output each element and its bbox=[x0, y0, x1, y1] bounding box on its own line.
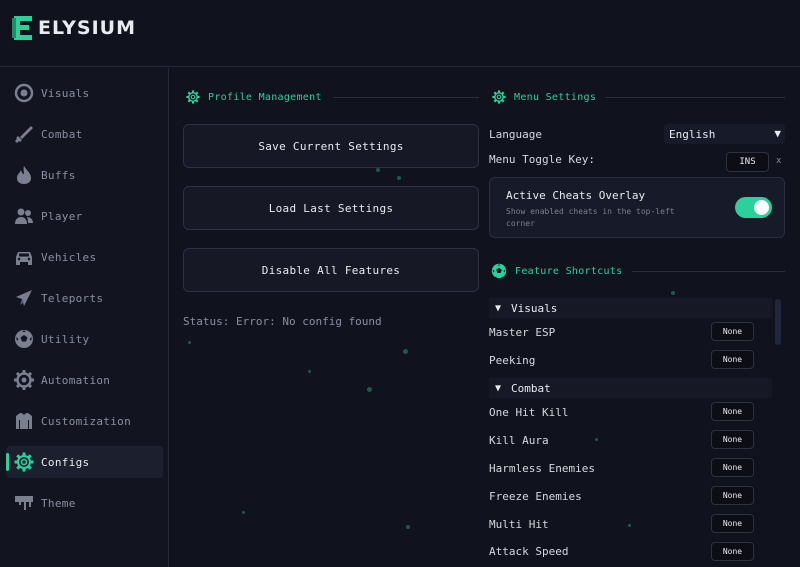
group-header-visuals[interactable]: ▼ Visuals bbox=[489, 298, 772, 318]
disable-all-button[interactable]: Disable All Features bbox=[183, 248, 479, 292]
keybind-button[interactable]: None bbox=[711, 350, 754, 369]
sidebar-item-automation[interactable]: Automation bbox=[6, 364, 163, 396]
car-icon bbox=[16, 252, 32, 265]
sidebar: Visuals Combat Buffs Player Vehicles Tel… bbox=[0, 68, 169, 567]
shortcuts-header: Feature Shortcuts bbox=[491, 263, 622, 279]
group-title: Visuals bbox=[511, 301, 558, 315]
dropdown-arrow-icon: ▼ bbox=[774, 127, 781, 140]
toggle-key-label: Menu Toggle Key: bbox=[489, 153, 595, 166]
status-text: Status: Error: No config found bbox=[183, 315, 382, 328]
divider bbox=[605, 97, 785, 98]
sidebar-item-player[interactable]: Player bbox=[6, 200, 163, 232]
section-title: Menu Settings bbox=[514, 91, 597, 103]
overlay-description: Show enabled cheats in the top-left corn… bbox=[506, 207, 675, 228]
keybind-button[interactable]: None bbox=[711, 430, 754, 449]
keybind-button[interactable]: None bbox=[711, 322, 754, 341]
sidebar-item-utility[interactable]: Utility bbox=[6, 323, 163, 355]
load-settings-button[interactable]: Load Last Settings bbox=[183, 186, 479, 230]
shirt-icon bbox=[16, 413, 32, 429]
sidebar-item-configs[interactable]: Configs bbox=[6, 446, 163, 478]
shortcut-label: Kill Aura bbox=[489, 434, 549, 447]
gear-icon bbox=[14, 452, 34, 472]
menu-settings-header: Menu Settings bbox=[492, 90, 596, 104]
sidebar-item-label: Utility bbox=[41, 332, 90, 346]
eye-icon bbox=[14, 83, 34, 103]
shortcut-label: Master ESP bbox=[489, 326, 556, 339]
paint-drip-icon bbox=[15, 496, 33, 510]
collapse-arrow-icon: ▼ bbox=[495, 302, 502, 314]
divider bbox=[333, 97, 479, 98]
sidebar-item-label: Visuals bbox=[41, 86, 90, 100]
ball-icon bbox=[491, 263, 507, 279]
sword-icon bbox=[15, 126, 33, 143]
sidebar-item-buffs[interactable]: Buffs bbox=[6, 159, 163, 191]
keybind-button[interactable]: None bbox=[711, 402, 754, 421]
language-value: English bbox=[669, 127, 716, 141]
collapse-arrow-icon: ▼ bbox=[495, 382, 502, 394]
toggle-knob bbox=[754, 200, 769, 215]
sidebar-item-label: Buffs bbox=[41, 168, 76, 182]
keybind-button[interactable]: None bbox=[711, 458, 754, 477]
sidebar-item-vehicles[interactable]: Vehicles bbox=[6, 241, 163, 273]
paper-plane-icon bbox=[16, 290, 32, 306]
group-header-combat[interactable]: ▼ Combat bbox=[489, 378, 772, 398]
toggle-key-button[interactable]: INS bbox=[726, 152, 769, 172]
sidebar-item-label: Automation bbox=[41, 373, 111, 387]
sidebar-item-label: Player bbox=[41, 209, 83, 223]
language-label: Language bbox=[489, 128, 542, 141]
app-title: ELYSIUM bbox=[38, 17, 136, 39]
cog-icon bbox=[14, 370, 34, 390]
profile-section-header: Profile Management bbox=[186, 90, 322, 104]
scrollbar[interactable] bbox=[775, 299, 781, 345]
sidebar-item-label: Teleports bbox=[41, 291, 104, 305]
section-title: Feature Shortcuts bbox=[515, 265, 623, 277]
sidebar-item-customization[interactable]: Customization bbox=[6, 405, 163, 437]
shortcut-label: Peeking bbox=[489, 354, 536, 367]
sidebar-item-label: Customization bbox=[41, 414, 131, 428]
overlay-title: Active Cheats Overlay bbox=[506, 189, 646, 202]
keybind-button[interactable]: None bbox=[711, 486, 754, 505]
overlay-setting-card: Active Cheats Overlay Show enabled cheat… bbox=[489, 177, 785, 238]
sidebar-item-combat[interactable]: Combat bbox=[6, 118, 163, 150]
app-header: ELYSIUM bbox=[0, 0, 800, 67]
keybind-button[interactable]: None bbox=[711, 542, 754, 561]
shortcut-label: Harmless Enemies bbox=[489, 462, 595, 475]
gear-icon bbox=[186, 90, 200, 104]
overlay-toggle[interactable] bbox=[735, 197, 772, 218]
sidebar-item-label: Theme bbox=[41, 496, 76, 510]
sidebar-item-theme[interactable]: Theme bbox=[6, 487, 163, 519]
sidebar-item-visuals[interactable]: Visuals bbox=[6, 77, 163, 109]
divider bbox=[632, 271, 785, 272]
clear-key-button[interactable]: x bbox=[776, 156, 781, 166]
sidebar-item-label: Configs bbox=[41, 455, 90, 469]
shortcut-label: Multi Hit bbox=[489, 518, 549, 531]
section-title: Profile Management bbox=[208, 91, 322, 103]
shortcut-label: One Hit Kill bbox=[489, 406, 569, 419]
group-title: Combat bbox=[511, 381, 551, 395]
gear-icon bbox=[492, 90, 506, 104]
flame-icon bbox=[17, 166, 31, 184]
shortcut-label: Attack Speed bbox=[489, 545, 569, 558]
ball-icon bbox=[15, 330, 33, 348]
shortcut-label: Freeze Enemies bbox=[489, 490, 582, 503]
users-icon bbox=[15, 208, 33, 224]
sidebar-item-label: Vehicles bbox=[41, 250, 97, 264]
sidebar-item-label: Combat bbox=[41, 127, 83, 141]
language-select[interactable]: English ▼ bbox=[664, 124, 785, 144]
save-settings-button[interactable]: Save Current Settings bbox=[183, 124, 479, 168]
logo-icon bbox=[12, 16, 32, 40]
keybind-button[interactable]: None bbox=[711, 514, 754, 533]
sidebar-item-teleports[interactable]: Teleports bbox=[6, 282, 163, 314]
